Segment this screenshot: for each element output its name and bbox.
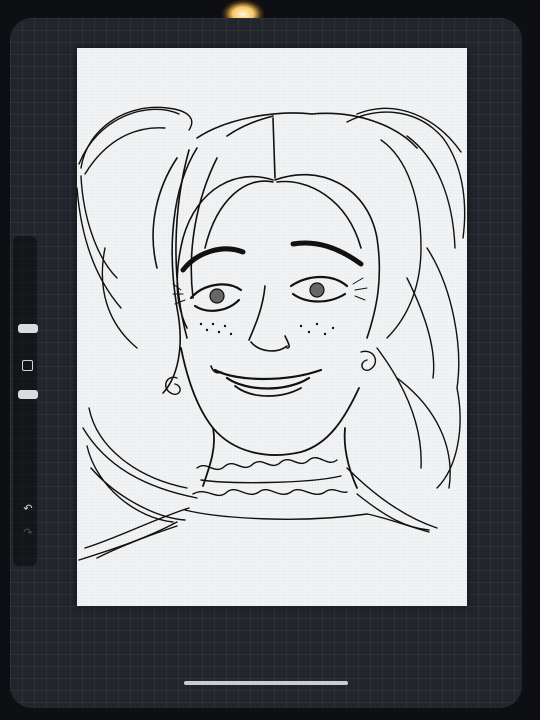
choker — [192, 457, 348, 497]
sketch-drawing — [77, 106, 466, 561]
tablet-screen: ↶ ↷ — [10, 18, 522, 708]
drawing-canvas[interactable] — [77, 48, 467, 606]
freckles — [199, 322, 335, 336]
redo-arrow-icon[interactable]: ↷ — [18, 526, 38, 540]
opacity-slider[interactable] — [18, 390, 38, 399]
modify-button[interactable] — [22, 360, 33, 371]
eyelashes — [172, 277, 368, 305]
tool-sidebar — [13, 236, 37, 566]
home-indicator[interactable] — [184, 681, 348, 685]
brush-size-slider[interactable] — [18, 324, 38, 333]
mouth — [210, 365, 323, 397]
eyebrows — [180, 240, 364, 273]
hair-top — [152, 112, 418, 394]
shoulders — [96, 509, 430, 559]
hair-right-pigtail — [346, 107, 466, 531]
hair-left-pigtail — [77, 106, 198, 561]
nose — [248, 285, 290, 352]
undo-arrow-icon[interactable]: ↶ — [18, 502, 38, 516]
eyes — [189, 276, 349, 312]
